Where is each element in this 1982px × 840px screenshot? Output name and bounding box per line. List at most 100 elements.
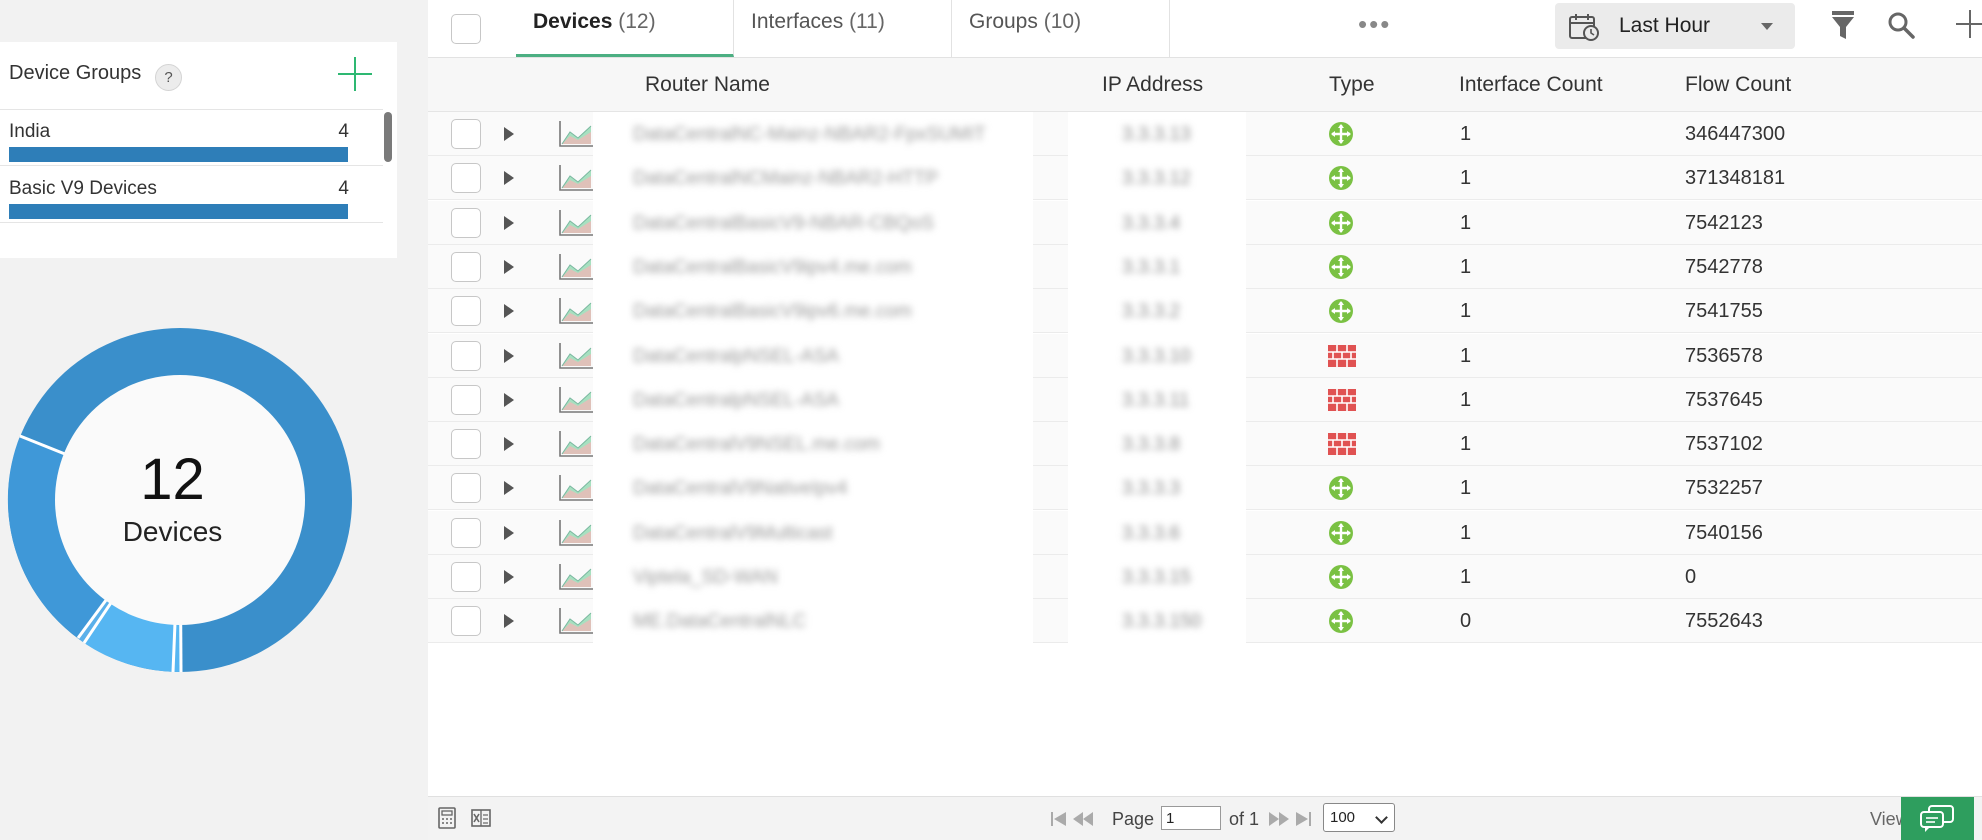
router-name[interactable]: DataCentralpNSEL-ASA bbox=[633, 390, 839, 412]
row-checkbox[interactable] bbox=[451, 296, 481, 327]
table-row[interactable]: DataCentralBasicV9-NBAR-CBQoS 3.3.3.4 1 754… bbox=[428, 200, 1982, 245]
router-name[interactable]: DataCentralV9NSEL.me.com bbox=[633, 434, 880, 456]
column-header-flow-count[interactable]: Flow Count bbox=[1685, 73, 1791, 97]
rows-per-page-select[interactable]: 100 bbox=[1323, 803, 1395, 832]
expand-row-icon[interactable] bbox=[504, 127, 514, 141]
row-checkbox[interactable] bbox=[451, 517, 481, 548]
add-icon[interactable] bbox=[1955, 8, 1982, 40]
flow-count: 7542123 bbox=[1685, 211, 1763, 234]
column-header-type[interactable]: Type bbox=[1329, 73, 1375, 97]
chart-icon[interactable] bbox=[558, 342, 594, 370]
scrollbar-thumb[interactable] bbox=[384, 112, 392, 162]
table-row[interactable]: DataCentralpNSEL-ASA 3.3.3.10 1 7536578 bbox=[428, 333, 1982, 378]
row-checkbox[interactable] bbox=[451, 163, 481, 194]
column-header-router-name[interactable]: Router Name bbox=[645, 73, 770, 97]
chart-icon[interactable] bbox=[558, 430, 594, 458]
table-row[interactable]: DataCentralBasicV9ipv6.me.com 3.3.3.2 1 754… bbox=[428, 289, 1982, 334]
row-checkbox[interactable] bbox=[451, 606, 481, 637]
row-checkbox[interactable] bbox=[451, 119, 481, 149]
expand-row-icon[interactable] bbox=[504, 570, 514, 584]
router-name[interactable]: DataCentralV9Multicast bbox=[633, 523, 833, 545]
table-row[interactable]: ME.DataCentralNLC 3.3.3.150 0 7552643 bbox=[428, 599, 1982, 644]
table-row[interactable]: DataCentralNC-Mainz-NBAR2-FpxSUMIT 3.3.3.… bbox=[428, 112, 1982, 156]
tab-devices[interactable]: Devices (12) bbox=[516, 0, 734, 57]
column-header-ip-address[interactable]: IP Address bbox=[1102, 73, 1203, 97]
row-checkbox[interactable] bbox=[451, 340, 481, 371]
table-header: Router Name IP Address Type Interface Co… bbox=[428, 58, 1982, 112]
chart-icon[interactable] bbox=[558, 563, 594, 591]
tab-groups[interactable]: Groups (10) bbox=[952, 0, 1170, 57]
device-group-item-basic-v9[interactable]: Basic V9 Devices 4 bbox=[9, 178, 349, 219]
flow-count: 0 bbox=[1685, 566, 1697, 588]
interface-count: 1 bbox=[1460, 566, 1472, 588]
tab-interfaces[interactable]: Interfaces (11) bbox=[734, 0, 952, 57]
chart-icon[interactable] bbox=[558, 474, 594, 502]
chart-icon[interactable] bbox=[558, 386, 594, 414]
chat-button[interactable] bbox=[1901, 797, 1974, 840]
router-name[interactable]: Viptela_SD-WAN bbox=[633, 567, 778, 589]
table-row[interactable]: DataCentralBasicV9ipv4.me.com 3.3.3.1 1 754… bbox=[428, 244, 1982, 289]
row-checkbox[interactable] bbox=[451, 562, 481, 592]
table-row[interactable]: DataCentralNCMainz-NBAR2-HTTP 3.3.3.12 1 37… bbox=[428, 156, 1982, 201]
add-group-icon[interactable] bbox=[338, 57, 372, 91]
export-excel-icon[interactable] bbox=[470, 807, 492, 829]
router-name[interactable]: DataCentralBasicV9ipv6.me.com bbox=[633, 301, 912, 323]
calculator-icon[interactable] bbox=[436, 807, 458, 829]
time-range-dropdown[interactable]: Last Hour bbox=[1555, 3, 1795, 49]
first-page-icon[interactable] bbox=[1050, 810, 1068, 828]
router-name[interactable]: ME.DataCentralNLC bbox=[633, 611, 806, 633]
row-checkbox[interactable] bbox=[451, 429, 481, 460]
chart-icon[interactable] bbox=[558, 209, 594, 237]
router-type-icon bbox=[1329, 254, 1353, 279]
router-name[interactable]: DataCentralV9NativeIpv4 bbox=[633, 478, 847, 500]
expand-row-icon[interactable] bbox=[504, 215, 514, 230]
table-row[interactable]: Viptela_SD-WAN 3.3.3.15 1 0 bbox=[428, 555, 1982, 599]
expand-row-icon[interactable] bbox=[504, 437, 514, 452]
row-checkbox[interactable] bbox=[451, 473, 481, 504]
donut-total: 12 bbox=[140, 447, 205, 512]
table-row[interactable]: DataCentralV9NSEL.me.com 3.3.3.8 1 7537102 bbox=[428, 422, 1982, 467]
column-header-interface-count[interactable]: Interface Count bbox=[1459, 73, 1603, 97]
chart-icon[interactable] bbox=[558, 120, 594, 148]
table-row[interactable]: DataCentralV9NativeIpv4 3.3.3.3 1 7532257 bbox=[428, 466, 1982, 511]
left-panel: Device Groups ? India 4 Basic V9 Devices… bbox=[0, 0, 428, 840]
expand-row-icon[interactable] bbox=[504, 392, 514, 407]
row-checkbox[interactable] bbox=[451, 251, 481, 282]
router-name[interactable]: DataCentralpNSEL-ASA bbox=[633, 346, 839, 368]
expand-row-icon[interactable] bbox=[504, 171, 514, 186]
expand-row-icon[interactable] bbox=[504, 348, 514, 363]
router-name[interactable]: DataCentralNC-Mainz-NBAR2-FpxSUMIT bbox=[633, 124, 986, 146]
previous-page-icon[interactable] bbox=[1071, 810, 1095, 828]
row-checkbox[interactable] bbox=[451, 207, 481, 238]
router-name[interactable]: DataCentralBasicV9-NBAR-CBQoS bbox=[633, 213, 934, 235]
page-number-input[interactable] bbox=[1161, 806, 1221, 830]
router-name[interactable]: DataCentralBasicV9ipv4.me.com bbox=[633, 257, 912, 279]
last-page-icon[interactable] bbox=[1294, 810, 1312, 828]
table-row[interactable]: DataCentralpNSEL-ASA 3.3.3.11 1 7537645 bbox=[428, 377, 1982, 422]
expand-row-icon[interactable] bbox=[504, 614, 514, 629]
help-icon[interactable]: ? bbox=[155, 64, 182, 91]
filter-icon[interactable] bbox=[1830, 10, 1856, 40]
chart-icon[interactable] bbox=[558, 164, 594, 192]
expand-row-icon[interactable] bbox=[504, 481, 514, 496]
chart-icon[interactable] bbox=[558, 253, 594, 281]
expand-row-icon[interactable] bbox=[504, 259, 514, 274]
device-group-item-india[interactable]: India 4 bbox=[9, 121, 349, 162]
ip-address-cell: 3.3.3.13 bbox=[1068, 112, 1246, 156]
ip-address: 3.3.3.11 bbox=[1122, 389, 1190, 411]
search-icon[interactable] bbox=[1887, 11, 1915, 39]
chart-icon[interactable] bbox=[558, 297, 594, 325]
row-checkbox[interactable] bbox=[451, 384, 481, 415]
app-root: Device Groups ? India 4 Basic V9 Devices… bbox=[0, 0, 1982, 840]
router-name-cell: DataCentralNCMainz-NBAR2-HTTP bbox=[593, 156, 1033, 201]
expand-row-icon[interactable] bbox=[504, 304, 514, 319]
expand-row-icon[interactable] bbox=[504, 525, 514, 540]
ip-address: 3.3.3.1 bbox=[1122, 256, 1181, 278]
chart-icon[interactable] bbox=[558, 607, 594, 635]
select-all-checkbox[interactable] bbox=[451, 14, 481, 44]
more-tabs-button[interactable]: ••• bbox=[1358, 11, 1391, 37]
next-page-icon[interactable] bbox=[1267, 810, 1291, 828]
table-row[interactable]: DataCentralV9Multicast 3.3.3.6 1 7540156 bbox=[428, 510, 1982, 555]
chart-icon[interactable] bbox=[558, 519, 594, 547]
router-name[interactable]: DataCentralNCMainz-NBAR2-HTTP bbox=[633, 168, 938, 190]
